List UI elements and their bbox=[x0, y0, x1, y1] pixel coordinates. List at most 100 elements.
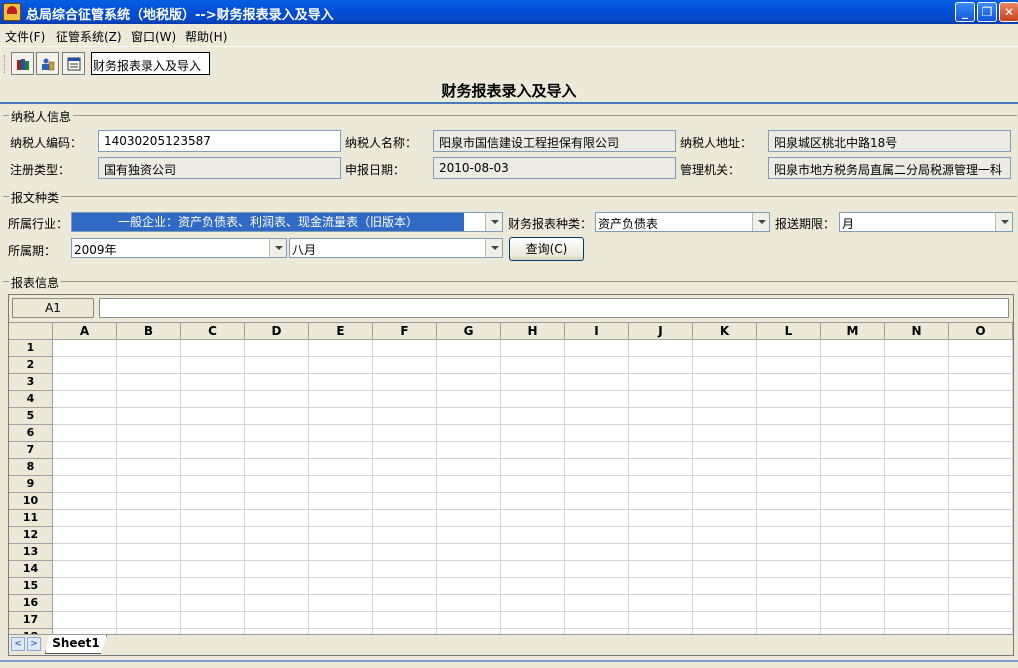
row-header[interactable]: 11 bbox=[9, 510, 53, 527]
row-header[interactable]: 1 bbox=[9, 340, 53, 357]
column-header[interactable]: D bbox=[245, 323, 309, 340]
taxpayer-address-label: 纳税人地址： bbox=[680, 136, 753, 150]
menu-window[interactable]: 窗口(W) bbox=[131, 28, 176, 45]
report-info-group-label: 报表信息 bbox=[9, 274, 62, 291]
menu-help[interactable]: 帮助(H) bbox=[185, 28, 227, 45]
close-button[interactable]: ✕ bbox=[999, 2, 1018, 22]
formula-bar: A1 bbox=[9, 295, 1013, 323]
period-type-label: 报送期限： bbox=[775, 217, 836, 231]
column-header[interactable]: O bbox=[949, 323, 1013, 340]
status-bar bbox=[0, 660, 1018, 668]
column-header[interactable]: I bbox=[565, 323, 629, 340]
column-header[interactable]: F bbox=[373, 323, 437, 340]
row-header[interactable]: 3 bbox=[9, 374, 53, 391]
row-header[interactable]: 6 bbox=[9, 425, 53, 442]
taxpayer-address-field[interactable]: 阳泉城区桃北中路18号 bbox=[768, 130, 1011, 152]
industry-label: 所属行业： bbox=[8, 217, 69, 231]
year-select[interactable]: 2009年 bbox=[71, 238, 287, 258]
row-header[interactable]: 5 bbox=[9, 408, 53, 425]
sheet-tab-bar: < > Sheet1 bbox=[9, 634, 1013, 655]
period-type-value: 月 bbox=[842, 217, 855, 231]
toolbar: 财务报表录入及导入 bbox=[0, 46, 1018, 78]
prev-sheet-button[interactable]: < bbox=[11, 637, 25, 651]
window-list-button[interactable] bbox=[62, 52, 85, 75]
column-header[interactable]: L bbox=[757, 323, 821, 340]
authority-label: 管理机关： bbox=[680, 163, 741, 177]
registration-type-field[interactable]: 国有独资公司 bbox=[98, 157, 341, 179]
column-header[interactable]: M bbox=[821, 323, 885, 340]
column-header[interactable]: A bbox=[53, 323, 117, 340]
row-header[interactable]: 8 bbox=[9, 459, 53, 476]
row-header[interactable]: 10 bbox=[9, 493, 53, 510]
taxpayer-group-label: 纳税人信息 bbox=[9, 108, 74, 125]
menu-bar: 文件(F) 征管系统(Z) 窗口(W) 帮助(H) bbox=[0, 24, 1018, 46]
window-list-icon bbox=[67, 57, 81, 71]
statement-type-select[interactable]: 资产负债表 bbox=[595, 212, 770, 232]
column-header[interactable]: E bbox=[309, 323, 373, 340]
formula-input[interactable] bbox=[99, 298, 1009, 318]
toolbar-grip[interactable] bbox=[4, 55, 7, 73]
minimize-button[interactable]: _ bbox=[955, 2, 975, 22]
active-window-tab[interactable]: 财务报表录入及导入 bbox=[91, 52, 210, 75]
industry-select[interactable]: 一般企业：资产负债表、利润表、现金流量表（旧版本） bbox=[71, 212, 503, 232]
taxpayer-code-field[interactable]: 14030205123587 bbox=[98, 130, 341, 152]
column-header[interactable]: H bbox=[501, 323, 565, 340]
spreadsheet-cells[interactable] bbox=[53, 340, 1013, 634]
window-title: 总局综合征管系统（地税版）-->财务报表录入及导入 bbox=[26, 8, 334, 23]
row-header[interactable]: 17 bbox=[9, 612, 53, 629]
column-header[interactable]: C bbox=[181, 323, 245, 340]
month-select[interactable]: 八月 bbox=[289, 238, 503, 258]
taxpayer-code-label: 纳税人编码： bbox=[10, 136, 83, 150]
column-header[interactable]: B bbox=[117, 323, 181, 340]
restore-button[interactable]: ❐ bbox=[977, 2, 997, 22]
spreadsheet: A1 A B C D E F G H I J K L M N O 1 2 3 4 5 6 7 8 9 10 11 12 13 14 15 1… bbox=[8, 294, 1014, 656]
column-header[interactable]: K bbox=[693, 323, 757, 340]
next-sheet-button[interactable]: > bbox=[27, 637, 41, 651]
users-button[interactable] bbox=[36, 52, 59, 75]
users-icon bbox=[42, 58, 55, 71]
month-value: 八月 bbox=[292, 243, 317, 257]
report-type-group-label: 报文种类 bbox=[9, 189, 62, 206]
row-header[interactable]: 16 bbox=[9, 595, 53, 612]
period-label: 所属期： bbox=[8, 244, 57, 258]
row-header[interactable]: 4 bbox=[9, 391, 53, 408]
menu-tax-system[interactable]: 征管系统(Z) bbox=[56, 28, 122, 45]
books-icon bbox=[17, 59, 29, 70]
authority-field[interactable]: 阳泉市地方税务局直属二分局税源管理一科 bbox=[768, 157, 1011, 179]
chevron-down-icon[interactable] bbox=[485, 213, 502, 231]
statement-type-label: 财务报表种类： bbox=[508, 217, 593, 231]
column-header[interactable]: G bbox=[437, 323, 501, 340]
row-header[interactable]: 12 bbox=[9, 527, 53, 544]
sheet-tab[interactable]: Sheet1 bbox=[45, 635, 107, 654]
chevron-down-icon[interactable] bbox=[269, 239, 286, 257]
app-logo-icon bbox=[3, 3, 21, 21]
taxpayer-name-field[interactable]: 阳泉市国信建设工程担保有限公司 bbox=[433, 130, 676, 152]
spreadsheet-grid: A B C D E F G H I J K L M N O 1 2 3 4 5 6 7 8 9 10 11 12 13 14 15 16 17… bbox=[9, 323, 1013, 634]
column-header[interactable]: J bbox=[629, 323, 693, 340]
chevron-down-icon[interactable] bbox=[995, 213, 1012, 231]
page-title: 财务报表录入及导入 bbox=[0, 79, 1018, 104]
row-header[interactable]: 2 bbox=[9, 357, 53, 374]
year-value: 2009年 bbox=[74, 243, 117, 257]
industry-selected-value: 一般企业：资产负债表、利润表、现金流量表（旧版本） bbox=[72, 213, 464, 231]
row-header[interactable]: 14 bbox=[9, 561, 53, 578]
chevron-down-icon[interactable] bbox=[485, 239, 502, 257]
app-window: 总局综合征管系统（地税版）-->财务报表录入及导入 _ ❐ ✕ 文件(F) 征管… bbox=[0, 0, 1018, 668]
chevron-down-icon[interactable] bbox=[752, 213, 769, 231]
query-button[interactable]: 查询(C) bbox=[509, 237, 584, 261]
select-all-corner[interactable] bbox=[9, 323, 53, 340]
registration-type-label: 注册类型： bbox=[10, 163, 71, 177]
books-button[interactable] bbox=[11, 52, 34, 75]
cell-reference-box[interactable]: A1 bbox=[12, 298, 94, 318]
row-header[interactable]: 7 bbox=[9, 442, 53, 459]
column-header[interactable]: N bbox=[885, 323, 949, 340]
report-date-field[interactable]: 2010-08-03 bbox=[433, 157, 676, 179]
title-bar[interactable]: 总局综合征管系统（地税版）-->财务报表录入及导入 _ ❐ ✕ bbox=[0, 0, 1018, 24]
row-header[interactable]: 9 bbox=[9, 476, 53, 493]
period-type-select[interactable]: 月 bbox=[839, 212, 1013, 232]
menu-file[interactable]: 文件(F) bbox=[5, 28, 45, 45]
row-header[interactable]: 15 bbox=[9, 578, 53, 595]
row-header[interactable]: 13 bbox=[9, 544, 53, 561]
statement-type-value: 资产负债表 bbox=[598, 217, 659, 231]
report-date-label: 申报日期： bbox=[345, 163, 406, 177]
